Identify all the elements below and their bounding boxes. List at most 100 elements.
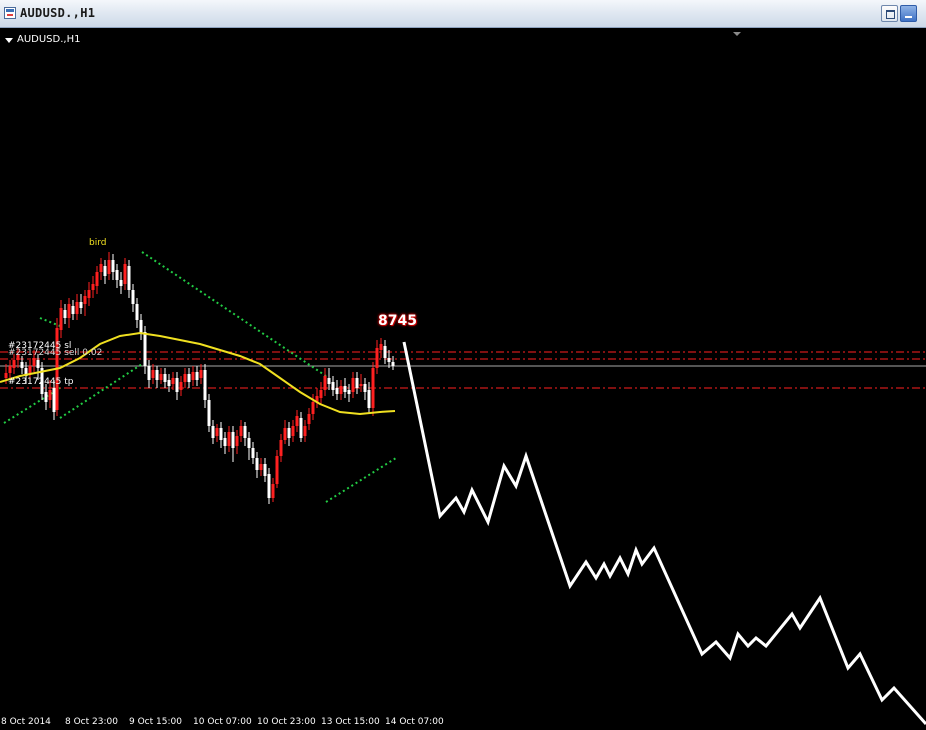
candle bbox=[235, 430, 239, 454]
candle bbox=[339, 380, 343, 400]
candle-body bbox=[91, 284, 95, 290]
candle-body bbox=[131, 290, 135, 304]
candle-body bbox=[267, 474, 271, 498]
candle bbox=[327, 368, 331, 390]
bird-label: bird bbox=[89, 238, 107, 248]
candle-body bbox=[163, 374, 167, 382]
candle-body bbox=[75, 302, 79, 314]
candle-body bbox=[12, 360, 16, 368]
candle bbox=[163, 368, 167, 388]
candle bbox=[363, 378, 367, 400]
candle bbox=[391, 356, 395, 370]
chart-menu-arrow-icon[interactable] bbox=[5, 38, 13, 43]
candle-body bbox=[383, 346, 387, 358]
candle-body bbox=[155, 370, 159, 380]
candle-body bbox=[135, 304, 139, 320]
candle-body bbox=[239, 426, 243, 436]
window-title-bar: AUDUSD.,H1 bbox=[0, 0, 926, 28]
candle-body bbox=[243, 426, 247, 438]
candle bbox=[55, 318, 59, 416]
candle bbox=[83, 290, 87, 316]
restore-icon bbox=[886, 10, 895, 19]
candle-body bbox=[48, 390, 52, 400]
candle bbox=[123, 258, 127, 290]
restore-button[interactable] bbox=[881, 5, 898, 22]
candle bbox=[347, 384, 351, 402]
candle bbox=[63, 304, 67, 324]
candle-body bbox=[191, 372, 195, 380]
channel-dot-line[interactable] bbox=[325, 457, 397, 503]
x-tick: 10 Oct 23:00 bbox=[257, 717, 316, 727]
candle bbox=[111, 254, 115, 280]
candle-body bbox=[139, 320, 143, 334]
candle-body bbox=[327, 378, 331, 384]
candle bbox=[371, 362, 375, 416]
x-tick: 10 Oct 07:00 bbox=[193, 717, 252, 727]
candle-body bbox=[203, 370, 207, 400]
candle bbox=[367, 382, 371, 414]
candle-body bbox=[143, 332, 147, 366]
window-title: AUDUSD.,H1 bbox=[20, 6, 96, 20]
candle-body bbox=[367, 390, 371, 408]
chart-shift-marker-icon[interactable] bbox=[733, 32, 741, 36]
candle bbox=[103, 260, 107, 284]
candle-body bbox=[371, 368, 375, 408]
candle-body bbox=[71, 306, 75, 314]
candle bbox=[375, 340, 379, 374]
channel-dot-line[interactable] bbox=[141, 251, 327, 377]
candle bbox=[59, 300, 63, 338]
candle bbox=[203, 364, 207, 408]
candle bbox=[139, 314, 143, 340]
candle-body bbox=[171, 378, 175, 384]
candle-body bbox=[36, 360, 40, 368]
candle bbox=[287, 422, 291, 446]
candle-body bbox=[303, 426, 307, 436]
candle bbox=[67, 298, 71, 328]
candle bbox=[383, 340, 387, 364]
candle-body bbox=[355, 378, 359, 388]
candle-body bbox=[63, 310, 67, 318]
price-chart[interactable]: AUDUSD.,H1 bird 8745 #23172445 sl #23172… bbox=[0, 28, 926, 730]
candle-body bbox=[323, 376, 327, 390]
forecast-line bbox=[402, 341, 926, 725]
candle bbox=[387, 350, 391, 368]
candle bbox=[91, 276, 95, 298]
candle-body bbox=[351, 378, 355, 392]
candle bbox=[275, 450, 279, 488]
candle-body bbox=[379, 344, 383, 350]
candle bbox=[127, 260, 131, 298]
candle-body bbox=[20, 362, 24, 368]
candle-body bbox=[67, 304, 71, 318]
candle-body bbox=[219, 428, 223, 440]
candle-body bbox=[83, 296, 87, 304]
candle-body bbox=[251, 448, 255, 458]
order-lines bbox=[0, 351, 926, 389]
candle-body bbox=[32, 358, 36, 366]
candle-body bbox=[263, 464, 267, 476]
candle bbox=[271, 478, 275, 502]
chart-canvas[interactable] bbox=[0, 28, 926, 730]
candle bbox=[119, 272, 123, 294]
x-tick: 9 Oct 15:00 bbox=[129, 717, 182, 727]
channel-dot-line[interactable] bbox=[59, 363, 143, 419]
candle-body bbox=[207, 400, 211, 426]
minimize-button[interactable] bbox=[900, 5, 917, 22]
candle bbox=[251, 442, 255, 464]
candle bbox=[291, 420, 295, 442]
candle bbox=[155, 366, 159, 388]
candle-body bbox=[271, 484, 275, 498]
candle bbox=[311, 394, 315, 420]
candle bbox=[227, 426, 231, 452]
candle-body bbox=[103, 266, 107, 276]
candle bbox=[115, 264, 119, 288]
channel-dot-line[interactable] bbox=[3, 387, 61, 424]
candle-body bbox=[291, 426, 295, 436]
candle bbox=[283, 420, 287, 444]
candle-body bbox=[119, 280, 123, 286]
price-text-label: 8745 bbox=[378, 313, 417, 329]
candle-body bbox=[167, 380, 171, 386]
candle bbox=[175, 372, 179, 400]
candle bbox=[183, 368, 187, 388]
x-tick: 14 Oct 07:00 bbox=[385, 717, 444, 727]
candle bbox=[8, 360, 12, 378]
